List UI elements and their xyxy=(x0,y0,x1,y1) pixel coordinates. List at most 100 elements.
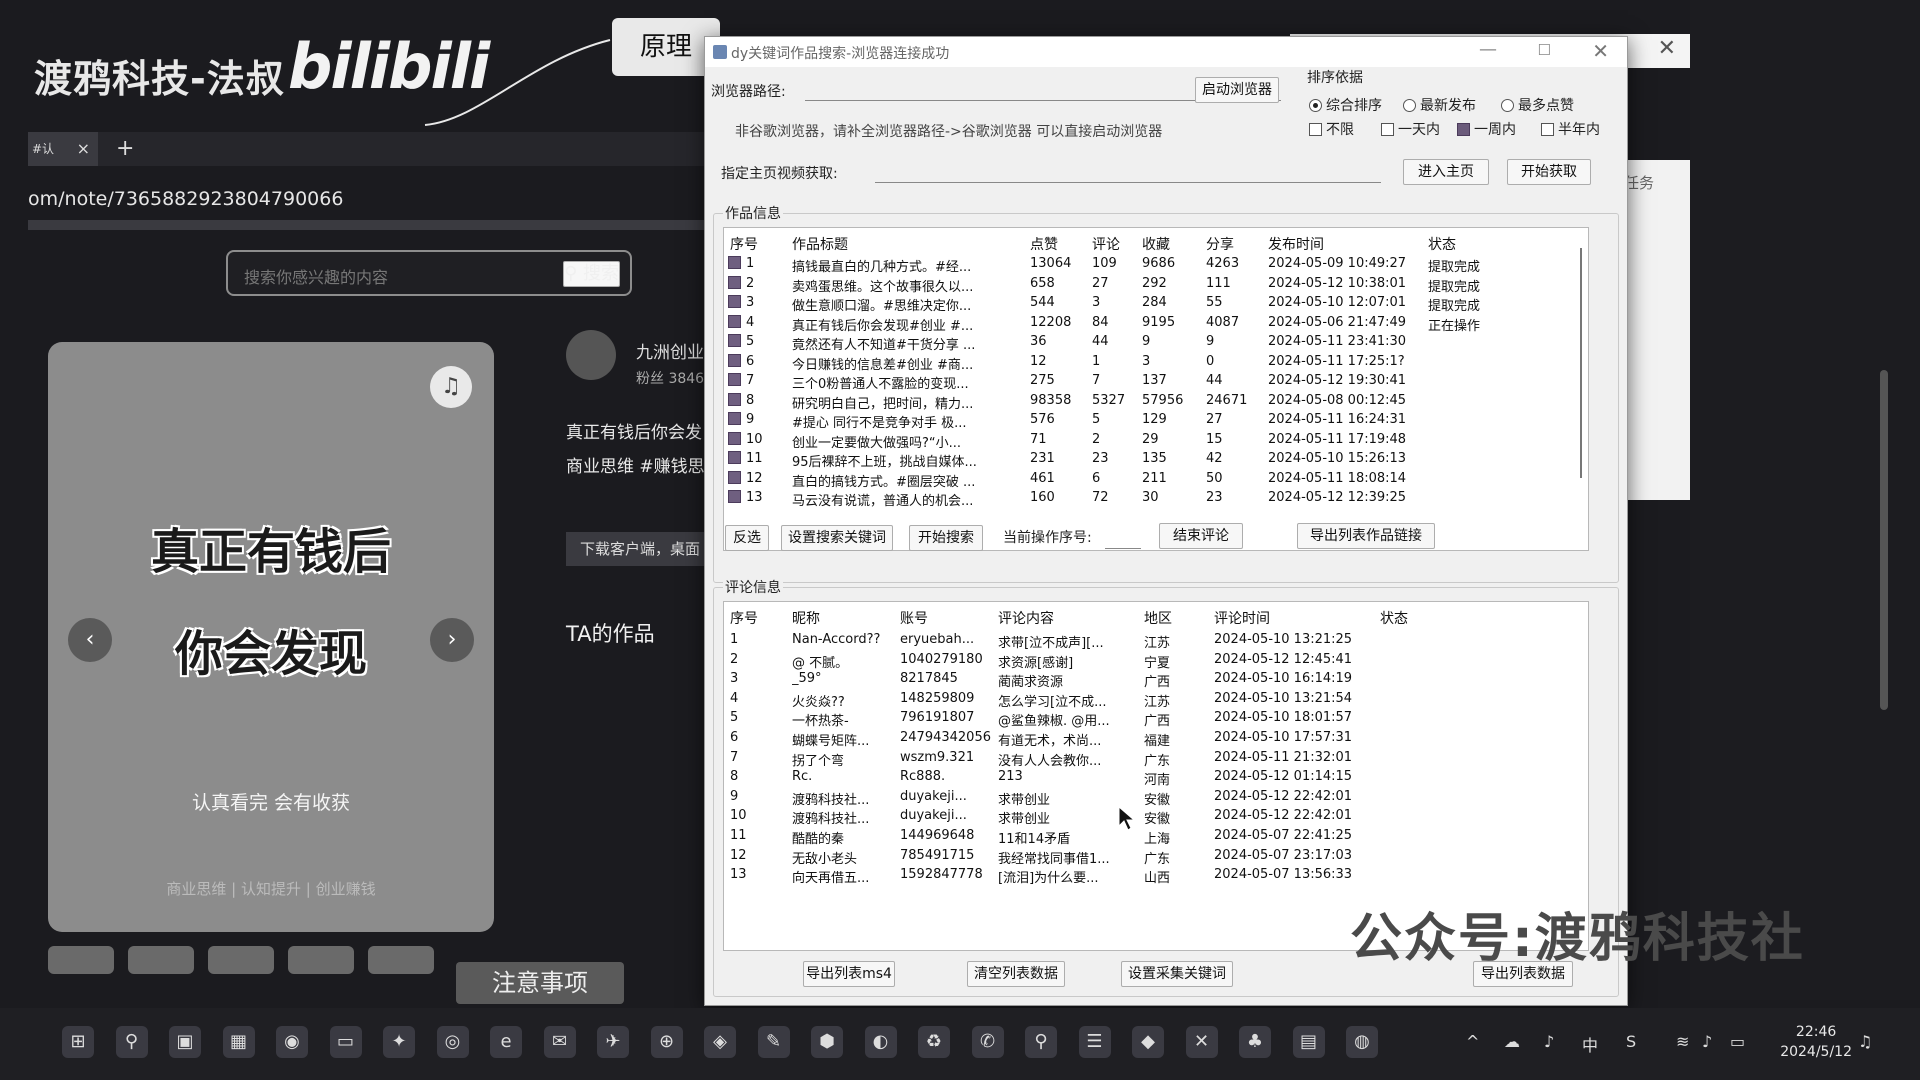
app-icon[interactable]: ◍ xyxy=(1346,1026,1378,1058)
battery-icon[interactable]: ▭ xyxy=(1730,1032,1745,1051)
row-checkbox[interactable] xyxy=(728,353,741,367)
app-icon[interactable]: ♣ xyxy=(1239,1026,1271,1058)
col-header[interactable]: 作品标题 xyxy=(792,234,848,254)
col-header[interactable]: 地区 xyxy=(1144,608,1172,628)
search-button[interactable]: ⚲ 搜索 xyxy=(563,261,620,287)
task-view-icon[interactable]: ▣ xyxy=(169,1026,201,1058)
thumbnail[interactable] xyxy=(288,946,354,974)
table-row[interactable]: 5 竟然还有人不知道#干货分享 ... 36 44 9 9 2024-05-11 23:41… xyxy=(724,334,1588,353)
filter-one-week-checkbox[interactable]: 一周内 xyxy=(1457,119,1516,139)
app-icon[interactable]: ✉ xyxy=(543,1026,576,1058)
col-header[interactable]: 分享 xyxy=(1206,234,1234,254)
table-row[interactable]: 1 Nan-Accord?? eryuebah... 求带[泣不成声][... 江苏 20… xyxy=(724,632,1588,651)
window-titlebar[interactable]: dy关键词作品搜索-浏览器连接成功 — ☐ ✕ xyxy=(705,37,1627,67)
app-icon[interactable]: ✈ xyxy=(597,1026,629,1058)
thumbnail[interactable] xyxy=(208,946,274,974)
sort-most-likes-radio[interactable]: 最多点赞 xyxy=(1501,95,1574,115)
sync-icon[interactable]: S xyxy=(1626,1032,1636,1051)
table-row[interactable]: 12 无敌小老头 785491715 我经常找同事借1... 广东 2024-05-07 … xyxy=(724,848,1588,867)
site-search-box[interactable]: 搜索你感兴趣的内容 ⚲ 搜索 xyxy=(226,250,632,296)
row-checkbox[interactable] xyxy=(728,431,741,445)
table-row[interactable]: 7 拐了个弯 wszm9.321 没有人人会教你... 广东 2024-05-11 21:… xyxy=(724,750,1588,769)
export-ms4-button[interactable]: 导出列表ms4 xyxy=(803,961,895,987)
col-header[interactable]: 状态 xyxy=(1428,234,1456,254)
search-icon[interactable]: ⚲ xyxy=(115,1026,148,1058)
chevron-left-icon[interactable]: ‹ xyxy=(68,618,112,662)
set-collect-keyword-button[interactable]: 设置采集关键词 xyxy=(1121,961,1233,987)
row-checkbox[interactable] xyxy=(728,470,741,484)
works-table[interactable]: 序号 作品标题 点赞 评论 收藏 分享 发布时间 状态 1 搞钱最直白的几种方式。… xyxy=(723,227,1589,551)
table-row[interactable]: 9 渡鸦科技社... duyakeji... 求带创业 安徽 2024-05-12 22:… xyxy=(724,789,1588,808)
row-checkbox[interactable] xyxy=(728,392,741,406)
ime-indicator[interactable]: 中 xyxy=(1582,1032,1598,1056)
search-input[interactable]: 搜索你感兴趣的内容 xyxy=(244,264,388,288)
app-icon[interactable]: ✕ xyxy=(1185,1026,1218,1058)
sort-comprehensive-radio[interactable]: 综合排序 xyxy=(1309,95,1382,115)
current-op-input[interactable] xyxy=(1105,529,1141,549)
notes-icon[interactable]: ☰ xyxy=(1078,1026,1111,1058)
app-icon[interactable]: ◈ xyxy=(704,1026,736,1058)
filter-one-day-checkbox[interactable]: 一天内 xyxy=(1381,119,1440,139)
app-icon[interactable]: ⊕ xyxy=(650,1026,683,1058)
app-icon[interactable]: ⚲ xyxy=(1025,1026,1057,1058)
start-fetch-button[interactable]: 开始获取 xyxy=(1507,159,1591,185)
table-row[interactable]: 5 一杯热茶- 796191807 @鲨鱼辣椒. @用... 广西 2024-05-10 … xyxy=(724,710,1588,729)
system-clock[interactable]: 22:46 2024/5/12 xyxy=(1780,1022,1852,1062)
col-header[interactable]: 点赞 xyxy=(1030,234,1058,254)
row-checkbox[interactable] xyxy=(728,295,741,308)
firefox-icon[interactable]: ◉ xyxy=(276,1026,308,1058)
clear-list-button[interactable]: 清空列表数据 xyxy=(967,961,1065,987)
col-header[interactable]: 账号 xyxy=(900,608,928,628)
start-search-button[interactable]: 开始搜索 xyxy=(909,525,983,551)
sort-newest-radio[interactable]: 最新发布 xyxy=(1403,95,1476,115)
launch-browser-button[interactable]: 启动浏览器 xyxy=(1195,77,1279,103)
table-row[interactable]: 2 卖鸡蛋思维。这个故事很久以... 658 27 292 111 2024-05-12 1… xyxy=(724,275,1588,295)
folder-icon[interactable]: ▭ xyxy=(329,1026,362,1058)
table-row[interactable]: 4 真正有钱后你会发现#创业 #... 12208 84 9195 4087 2024-05… xyxy=(724,314,1588,334)
browser-tab[interactable]: #认 × xyxy=(28,132,98,166)
table-row[interactable]: 9 #提心 同行不是竞争对手 极... 576 5 129 27 2024-05-11 16… xyxy=(724,412,1588,431)
maximize-icon[interactable]: ☐ xyxy=(1538,41,1551,59)
table-row[interactable]: 6 蝴蝶号矩阵... 24794342056 有道无术，术尚... 福建 2024-05-… xyxy=(724,730,1588,749)
notification-icon[interactable]: ♫ xyxy=(1858,1032,1872,1051)
filter-half-year-checkbox[interactable]: 半年内 xyxy=(1541,119,1600,139)
app-icon[interactable]: ✎ xyxy=(757,1026,790,1058)
row-checkbox[interactable] xyxy=(728,373,741,386)
table-row[interactable]: 13 马云没有说谎，普通人的机会... 160 72 30 23 2024-05-12 12… xyxy=(724,490,1588,509)
thumbnail[interactable] xyxy=(48,946,114,974)
table-row[interactable]: 7 三个0粉普通人不露脸的变现... 275 7 137 44 2024-05-12 19:… xyxy=(724,373,1588,392)
table-row[interactable]: 6 今日赚钱的信息差#创业 #商... 12 1 3 0 2024-05-11 17:25:… xyxy=(724,353,1588,373)
new-tab-button[interactable]: + xyxy=(116,132,134,166)
thumbnail[interactable] xyxy=(368,946,434,974)
row-checkbox[interactable] xyxy=(728,412,741,425)
set-search-keyword-button[interactable]: 设置搜索关键词 xyxy=(781,525,893,551)
minimize-icon[interactable]: — xyxy=(1479,39,1497,60)
table-row[interactable]: 10 创业一定要做大做强吗?“小... 71 2 29 15 2024-05-11 17:1… xyxy=(724,431,1588,451)
col-header[interactable]: 昵称 xyxy=(792,608,820,628)
avatar[interactable] xyxy=(566,330,616,380)
col-header[interactable]: 状态 xyxy=(1380,608,1408,628)
edge-icon[interactable]: e xyxy=(490,1026,522,1058)
thumbnail[interactable] xyxy=(128,946,194,974)
homepage-input[interactable] xyxy=(875,163,1381,183)
filter-any-checkbox[interactable]: 不限 xyxy=(1309,119,1354,139)
wechat-icon[interactable]: ✆ xyxy=(971,1026,1004,1058)
start-icon[interactable]: ⊞ xyxy=(62,1026,94,1058)
col-header[interactable]: 收藏 xyxy=(1142,234,1170,254)
table-row[interactable]: 4 火炎焱?? 148259809 怎么学习[泣不成... 江苏 2024-05-10 1… xyxy=(724,691,1588,710)
app-icon[interactable]: ▤ xyxy=(1292,1026,1325,1058)
col-header[interactable]: 序号 xyxy=(730,234,758,254)
col-header[interactable]: 序号 xyxy=(730,608,758,628)
col-header[interactable]: 评论内容 xyxy=(998,608,1054,628)
music-off-icon[interactable]: ♫ xyxy=(430,366,472,408)
volume-icon[interactable]: ♪ xyxy=(1702,1032,1712,1051)
export-work-links-button[interactable]: 导出列表作品链接 xyxy=(1297,523,1435,549)
chevron-right-icon[interactable]: › xyxy=(430,618,474,662)
download-client-button[interactable]: 下载客户端，桌面 xyxy=(566,532,706,566)
end-comment-button[interactable]: 结束评论 xyxy=(1159,523,1243,549)
table-row[interactable]: 3 _59° 8217845 蔺蔺求资源 广西 2024-05-10 16:14:19 xyxy=(724,671,1588,690)
row-checkbox[interactable] xyxy=(728,314,741,328)
wifi-icon[interactable]: ≋ xyxy=(1676,1032,1689,1051)
table-row[interactable]: 2 @ 不腻。 1040279180 求资源[感谢] 宁夏 2024-05-12 12:4… xyxy=(724,652,1588,671)
row-checkbox[interactable] xyxy=(728,275,741,289)
